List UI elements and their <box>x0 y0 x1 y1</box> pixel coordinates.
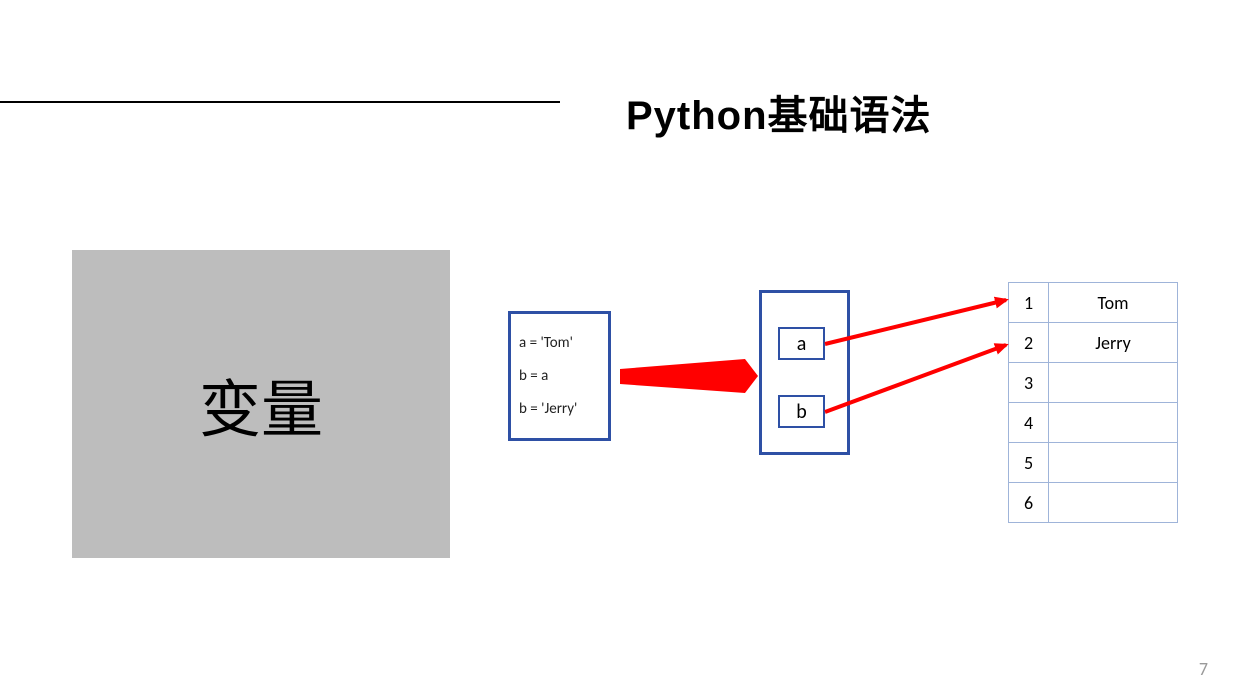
table-row: 2Jerry <box>1009 323 1178 363</box>
mem-value <box>1049 363 1178 403</box>
mem-value <box>1049 443 1178 483</box>
section-label-block: 变量 <box>72 250 450 558</box>
mem-index: 3 <box>1009 363 1049 403</box>
table-row: 4 <box>1009 403 1178 443</box>
page-number: 7 <box>1199 658 1208 680</box>
slide-title: Python基础语法 <box>626 83 932 141</box>
variable-b-cell: b <box>778 395 825 428</box>
table-row: 5 <box>1009 443 1178 483</box>
slide: Python基础语法 变量 a = 'Tom' b = a b = 'Jerry… <box>0 0 1240 698</box>
code-line: a = 'Tom' <box>519 334 600 352</box>
mem-index: 1 <box>1009 283 1049 323</box>
code-snippet-box: a = 'Tom' b = a b = 'Jerry' <box>508 311 611 441</box>
arrow-code-to-namespace <box>620 359 758 393</box>
section-label: 变量 <box>199 359 323 449</box>
mem-value: Tom <box>1049 283 1178 323</box>
table-row: 6 <box>1009 483 1178 523</box>
mem-index: 5 <box>1009 443 1049 483</box>
arrow-b-to-mem2 <box>825 345 1006 412</box>
table-row: 3 <box>1009 363 1178 403</box>
variable-a-cell: a <box>778 327 825 360</box>
code-line: b = a <box>519 367 600 385</box>
header-rule <box>0 101 560 103</box>
code-line: b = 'Jerry' <box>519 400 600 418</box>
mem-value <box>1049 403 1178 443</box>
mem-value: Jerry <box>1049 323 1178 363</box>
table-row: 1Tom <box>1009 283 1178 323</box>
mem-index: 2 <box>1009 323 1049 363</box>
memory-table: 1Tom 2Jerry 3 4 5 6 <box>1008 282 1178 523</box>
arrow-a-to-mem1 <box>825 300 1006 344</box>
namespace-box <box>759 290 850 455</box>
mem-value <box>1049 483 1178 523</box>
mem-index: 6 <box>1009 483 1049 523</box>
mem-index: 4 <box>1009 403 1049 443</box>
